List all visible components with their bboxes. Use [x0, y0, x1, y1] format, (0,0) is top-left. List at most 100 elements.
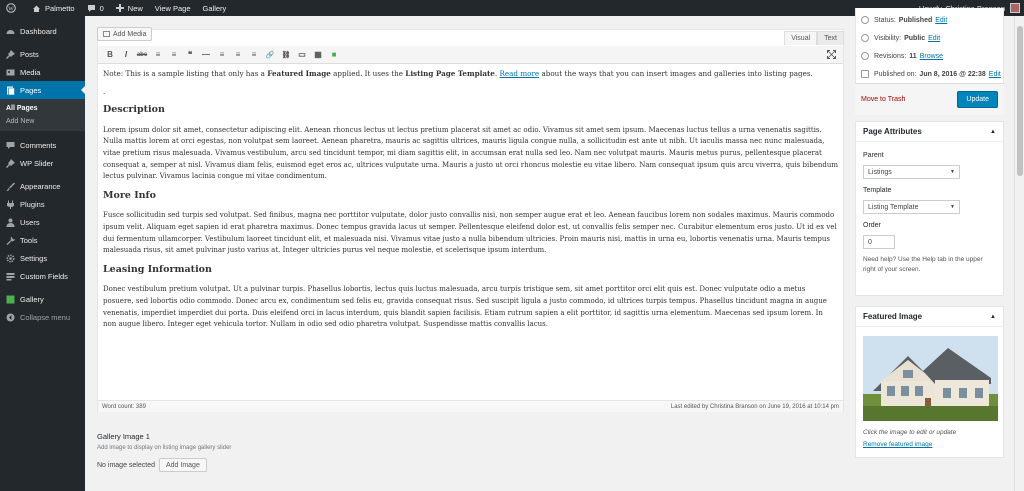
- sidebar-item-label: Media: [20, 67, 41, 77]
- update-button[interactable]: Update: [957, 91, 998, 108]
- comments-link[interactable]: 0: [81, 0, 110, 16]
- featured-image-header[interactable]: Featured Image ▲: [856, 307, 1003, 327]
- sidebar-item-plugins[interactable]: Plugins: [0, 195, 85, 213]
- sidebar-item-wp-slider[interactable]: WP Slider: [0, 154, 85, 172]
- align-left-button[interactable]: ≡: [214, 48, 230, 62]
- blockquote-button[interactable]: ❝: [182, 48, 198, 62]
- media-icon: [6, 69, 15, 75]
- parent-select[interactable]: Listings ▼: [863, 165, 960, 179]
- add-media-button[interactable]: Add Media: [97, 27, 153, 41]
- sidebar-item-pages[interactable]: Pages: [0, 81, 85, 99]
- sidebar-item-label: Posts: [20, 49, 39, 59]
- numbered-list-button[interactable]: ≡: [166, 48, 182, 62]
- collapse-arrow-icon[interactable]: ▲: [990, 129, 996, 135]
- featured-image-thumbnail[interactable]: [863, 336, 998, 421]
- site-name-link[interactable]: Palmetto: [26, 0, 81, 16]
- plus-icon: [115, 4, 124, 12]
- fields-icon: [6, 272, 15, 280]
- edit-status-link[interactable]: Edit: [935, 17, 947, 24]
- gallery-icon: [6, 295, 15, 303]
- revisions-label: Revisions:: [874, 52, 907, 60]
- link-button[interactable]: 🔗: [262, 48, 278, 62]
- align-center-button[interactable]: ≡: [230, 48, 246, 62]
- scrollbar-thumb[interactable]: [1017, 26, 1023, 176]
- submenu-add-new[interactable]: Add New: [0, 115, 85, 128]
- move-to-trash-link[interactable]: Move to Trash: [861, 96, 905, 103]
- sidebar-item-posts[interactable]: Posts: [0, 45, 85, 63]
- bold-button[interactable]: B: [102, 48, 118, 62]
- visibility-value: Public: [904, 34, 926, 42]
- gallery-description: Add image to display on listing image ga…: [97, 445, 232, 451]
- heading-description: Description: [103, 104, 165, 116]
- new-content-link[interactable]: New: [110, 0, 149, 16]
- align-right-button[interactable]: ≡: [246, 48, 262, 62]
- page-attributes-header[interactable]: Page Attributes ▲: [856, 122, 1003, 142]
- strikethrough-button[interactable]: abc: [134, 48, 150, 62]
- settings-icon: [6, 253, 15, 263]
- media-icon: [103, 31, 110, 37]
- gallery-link[interactable]: Gallery: [197, 0, 233, 16]
- dot-paragraph: .: [103, 87, 106, 96]
- sidebar-item-label: Settings: [20, 253, 48, 263]
- read-more-button[interactable]: ▭: [294, 48, 310, 62]
- toolbar-toggle-button[interactable]: ▦: [310, 48, 326, 62]
- sidebar-item-settings[interactable]: Settings: [0, 249, 85, 267]
- tools-icon: [6, 236, 15, 245]
- note-text: Note: This is a sample listing that only…: [103, 69, 268, 78]
- note-text: about the ways that you can insert image…: [539, 69, 813, 78]
- order-input[interactable]: 0: [863, 235, 895, 249]
- visibility-row: Visibility: Public Edit: [856, 29, 1003, 47]
- collapse-arrow-icon[interactable]: ▲: [990, 314, 996, 320]
- unlink-button[interactable]: ⛓: [278, 48, 294, 62]
- sidebar-item-label: Comments: [20, 140, 57, 150]
- comment-icon: [6, 141, 15, 149]
- page-scrollbar[interactable]: [1014, 16, 1024, 491]
- sidebar-item-media[interactable]: Media: [0, 63, 85, 81]
- edit-date-link[interactable]: Edit: [989, 71, 1001, 78]
- editor-content[interactable]: Note: This is a sample listing that only…: [103, 68, 838, 338]
- remove-featured-image-link[interactable]: Remove featured image: [863, 441, 996, 448]
- view-page-link[interactable]: View Page: [149, 0, 197, 16]
- note-paragraph: Note: This is a sample listing that only…: [103, 68, 838, 80]
- svg-text:W: W: [8, 6, 14, 12]
- sidebar-item-label: Appearance: [20, 181, 61, 191]
- add-image-button[interactable]: Add Image: [158, 458, 207, 472]
- publish-actions: Move to Trash Update: [855, 83, 1004, 115]
- sidebar-item-appearance[interactable]: Appearance: [0, 177, 85, 195]
- sidebar-item-dashboard[interactable]: Dashboard: [0, 22, 85, 40]
- wp-logo-menu[interactable]: W: [0, 0, 26, 16]
- plugin-icon: [7, 200, 14, 209]
- fullscreen-button[interactable]: [823, 48, 839, 62]
- italic-button[interactable]: I: [118, 48, 134, 62]
- template-select[interactable]: Listing Template ▼: [863, 200, 960, 214]
- horizontal-line-button[interactable]: —: [198, 48, 214, 62]
- gallery-image-box: Gallery Image 1 Add image to display on …: [97, 432, 497, 472]
- collapse-menu[interactable]: Collapse menu: [0, 308, 85, 326]
- sidebar-item-custom-fields[interactable]: Custom Fields: [0, 267, 85, 285]
- paragraph-more-info: Fusce sollicitudin sed turpis sed volutp…: [103, 211, 837, 255]
- parent-label: Parent: [863, 152, 884, 159]
- history-icon: [861, 52, 869, 60]
- sidebar-item-users[interactable]: Users: [0, 213, 85, 231]
- page-attributes-title: Page Attributes: [863, 127, 922, 136]
- read-more-link[interactable]: Read more: [499, 69, 539, 78]
- parent-value: Listings: [868, 168, 892, 176]
- sidebar-item-label: WP Slider: [20, 158, 54, 168]
- browse-revisions-link[interactable]: Browse: [920, 53, 943, 60]
- order-label: Order: [863, 222, 881, 229]
- sidebar-item-tools[interactable]: Tools: [0, 231, 85, 249]
- sidebar-item-label: Tools: [20, 235, 38, 245]
- edit-visibility-link[interactable]: Edit: [928, 35, 940, 42]
- editor-tabs: Visual Text: [784, 31, 844, 45]
- sidebar-item-label: Pages: [20, 85, 42, 95]
- visibility-label: Visibility:: [874, 34, 902, 42]
- sidebar-item-comments[interactable]: Comments: [0, 136, 85, 154]
- tab-visual[interactable]: Visual: [784, 31, 818, 45]
- gallery-insert-button[interactable]: ■: [326, 48, 342, 62]
- sidebar-item-gallery[interactable]: Gallery: [0, 290, 85, 308]
- featured-caption: Click the image to edit or update: [863, 429, 957, 436]
- sidebar-item-label: Custom Fields: [20, 271, 68, 281]
- bullet-list-button[interactable]: ≡: [150, 48, 166, 62]
- tab-text[interactable]: Text: [817, 31, 844, 45]
- submenu-all-pages[interactable]: All Pages: [0, 102, 85, 115]
